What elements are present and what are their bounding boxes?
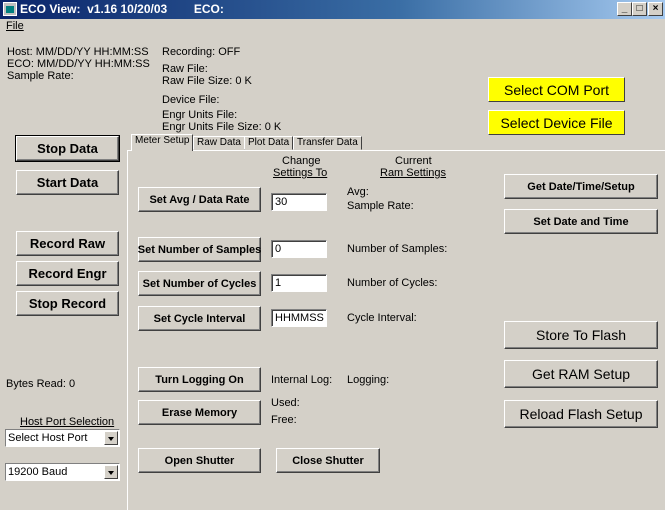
used-label: Used: xyxy=(271,397,300,409)
get-date-time-setup-button[interactable]: Get Date/Time/Setup xyxy=(504,174,658,199)
current-header: Current xyxy=(395,155,432,167)
avg-data-rate-input[interactable]: 30 xyxy=(271,193,327,211)
set-avg-data-rate-button[interactable]: Set Avg / Data Rate xyxy=(138,187,261,212)
open-shutter-button[interactable]: Open Shutter xyxy=(138,448,261,473)
get-ram-setup-button[interactable]: Get RAM Setup xyxy=(504,360,658,388)
select-device-file-button[interactable]: Select Device File xyxy=(488,110,625,135)
tab-plot-data[interactable]: Plot Data xyxy=(244,136,294,150)
set-number-of-cycles-button[interactable]: Set Number of Cycles xyxy=(138,271,261,296)
reload-flash-setup-button[interactable]: Reload Flash Setup xyxy=(504,400,658,428)
recording-status: Recording: OFF xyxy=(162,46,241,58)
app-icon[interactable] xyxy=(3,2,17,16)
host-port-value: Select Host Port xyxy=(8,432,88,444)
sample-rate-label: Sample Rate: xyxy=(7,70,74,82)
baud-rate-value: 19200 Baud xyxy=(8,466,68,478)
set-cycle-interval-button[interactable]: Set Cycle Interval xyxy=(138,306,261,331)
maximize-button[interactable]: □ xyxy=(632,2,647,16)
close-shutter-button[interactable]: Close Shutter xyxy=(276,448,380,473)
bytes-read-label: Bytes Read: 0 xyxy=(6,378,76,390)
number-of-cycles-label: Number of Cycles: xyxy=(347,277,438,289)
minimize-button[interactable]: _ xyxy=(617,2,632,16)
ram-settings-header: Ram Settings xyxy=(380,167,447,179)
logging-label: Logging: xyxy=(347,374,390,386)
number-of-samples-input[interactable]: 0 xyxy=(271,240,327,258)
set-number-of-samples-button[interactable]: Set Number of Samples xyxy=(138,237,261,262)
title-bar: ECO View: v1.16 10/20/03 ECO: _ □ × xyxy=(0,0,665,19)
cycle-interval-input[interactable]: HHMMSS xyxy=(271,309,327,327)
tab-panel-border xyxy=(128,150,665,151)
engr-file-label: Engr Units File: xyxy=(162,109,238,121)
tab-raw-data[interactable]: Raw Data xyxy=(193,136,245,150)
turn-logging-on-button[interactable]: Turn Logging On xyxy=(138,367,261,392)
record-engr-button[interactable]: Record Engr xyxy=(16,261,119,286)
record-raw-button[interactable]: Record Raw xyxy=(16,231,119,256)
engr-file-size-label: Engr Units File Size: 0 K xyxy=(162,121,282,133)
store-to-flash-button[interactable]: Store To Flash xyxy=(504,321,658,349)
raw-file-label: Raw File: xyxy=(162,63,208,75)
tab-meter-setup[interactable]: Meter Setup xyxy=(131,134,194,151)
cycle-interval-label: Cycle Interval: xyxy=(347,312,417,324)
host-port-dropdown[interactable]: Select Host Port xyxy=(5,429,120,447)
erase-memory-button[interactable]: Erase Memory xyxy=(138,400,261,425)
free-label: Free: xyxy=(271,414,297,426)
raw-file-size-label: Raw File Size: 0 K xyxy=(162,75,252,87)
select-com-port-button[interactable]: Select COM Port xyxy=(488,77,625,102)
start-data-button[interactable]: Start Data xyxy=(16,170,119,195)
stop-data-button[interactable]: Stop Data xyxy=(15,135,120,162)
avg-label: Avg: xyxy=(347,186,369,198)
settings-to-header: Settings To xyxy=(273,167,328,179)
window-title: ECO View: v1.16 10/20/03 ECO: xyxy=(20,2,224,16)
number-of-cycles-input[interactable]: 1 xyxy=(271,274,327,292)
eco-time-label: ECO: MM/DD/YY HH:MM:SS xyxy=(7,58,150,70)
set-date-and-time-button[interactable]: Set Date and Time xyxy=(504,209,658,234)
device-file-label: Device File: xyxy=(162,94,220,106)
number-of-samples-label: Number of Samples: xyxy=(347,243,448,255)
chevron-down-icon[interactable] xyxy=(104,431,118,445)
menu-bar: File xyxy=(0,19,665,35)
stop-record-button[interactable]: Stop Record xyxy=(16,291,119,316)
baud-rate-dropdown[interactable]: 19200 Baud xyxy=(5,463,120,481)
current-sample-rate-label: Sample Rate: xyxy=(347,200,414,212)
host-time-label: Host: MM/DD/YY HH:MM:SS xyxy=(7,46,149,58)
left-panel-divider xyxy=(127,150,128,510)
tab-transfer-data[interactable]: Transfer Data xyxy=(293,136,362,150)
host-port-selection-label: Host Port Selection xyxy=(20,416,115,428)
internal-log-label: Internal Log: xyxy=(271,374,333,386)
menu-file[interactable]: File xyxy=(6,20,24,32)
close-button[interactable]: × xyxy=(648,2,663,16)
chevron-down-icon[interactable] xyxy=(104,465,118,479)
change-header: Change xyxy=(282,155,321,167)
